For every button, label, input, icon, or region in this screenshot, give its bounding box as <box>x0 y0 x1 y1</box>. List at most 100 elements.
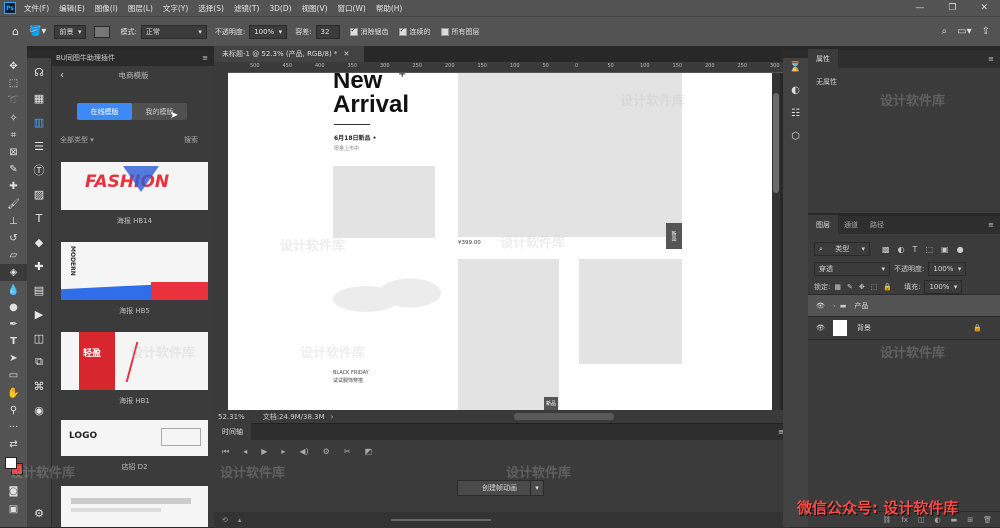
plugin-account-icon[interactable]: ◉ <box>27 398 51 422</box>
crop-tool-icon[interactable]: ⌗ <box>0 127 27 144</box>
template-card[interactable]: LOGO <box>61 420 208 456</box>
chevron-down-icon[interactable]: ▾ <box>530 480 544 496</box>
visibility-eye-icon[interactable]: 👁 <box>816 302 825 310</box>
scroll-thumb[interactable] <box>773 93 779 193</box>
lock-all-icon[interactable]: 🔒 <box>883 283 892 291</box>
dodge-tool-icon[interactable]: ● <box>0 299 27 316</box>
menu-image[interactable]: 图像(I) <box>95 3 118 14</box>
zoom-tool-icon[interactable]: ⚲ <box>0 402 27 419</box>
layer-opacity-input[interactable]: 100% ▾ <box>928 262 967 276</box>
chevron-right-icon[interactable]: › <box>331 413 334 421</box>
antialias-checkbox[interactable]: 消除锯齿 <box>349 27 389 37</box>
plugin-home-icon[interactable]: ☊ <box>27 58 51 86</box>
plugin-files-icon[interactable]: ⧉ <box>27 350 51 374</box>
menu-select[interactable]: 选择(S) <box>198 3 224 14</box>
transition-icon[interactable]: ◩ <box>365 447 373 457</box>
close-tab-icon[interactable]: ✕ <box>343 50 349 58</box>
type-filter-icon[interactable]: T <box>913 245 918 254</box>
hand-tool-icon[interactable]: ✋ <box>0 385 27 402</box>
panel-menu-icon[interactable]: ≡ <box>202 54 208 62</box>
plugin-list-icon[interactable]: ☰ <box>27 134 51 158</box>
menu-file[interactable]: 文件(F) <box>24 3 49 14</box>
history-brush-tool-icon[interactable]: ↺ <box>0 230 27 247</box>
properties-tab[interactable]: 属性 <box>808 49 838 69</box>
edit-toolbar-icon[interactable]: ⇄ <box>0 436 27 453</box>
blend-mode-dropdown[interactable]: 穿透 ▾ <box>814 262 890 276</box>
document-tab[interactable]: 未标题-1 @ 52.3% (产品, RGB/8) * ✕ <box>214 46 364 62</box>
close-button[interactable]: ✕ <box>980 3 988 13</box>
type-tool-icon[interactable]: T <box>0 333 27 350</box>
restore-button[interactable]: ❐ <box>948 3 956 13</box>
fill-input[interactable]: 100% ▾ <box>924 280 963 294</box>
opacity-input[interactable]: 100% ▾ <box>249 24 288 39</box>
tolerance-input[interactable]: 32 <box>315 24 340 39</box>
shape-filter-icon[interactable]: ⬚ <box>925 245 933 254</box>
plugin-puzzle-icon[interactable]: ✚ <box>27 254 51 278</box>
tab-paths[interactable]: 路径 <box>864 215 890 235</box>
layer-row[interactable]: 👁 › ▬ 产品 <box>808 294 1000 316</box>
type-filter-dropdown[interactable]: 全部类型 ▾ <box>60 135 94 145</box>
my-templates-button[interactable]: 我的模版 <box>132 103 187 120</box>
plugin-tab[interactable]: BU同图牛助理插件 ≡ <box>52 50 214 66</box>
timeline-tab[interactable]: 时间轴 <box>214 423 251 441</box>
pixel-filter-icon[interactable]: ▩ <box>882 245 890 254</box>
paint-bucket-tool-icon[interactable]: ◈ <box>0 264 27 282</box>
first-frame-icon[interactable]: ⏮ <box>222 447 229 457</box>
sliders-icon[interactable]: ☷ <box>791 108 800 119</box>
horizontal-scroll-thumb[interactable] <box>514 413 614 420</box>
more-tools-icon[interactable]: ··· <box>0 419 27 436</box>
3d-icon[interactable]: ⬡ <box>791 131 800 142</box>
plugin-settings-icon[interactable]: ⚙ <box>27 501 51 525</box>
layer-row[interactable]: 👁 背景 🔒 <box>808 316 1000 340</box>
frame-tool-icon[interactable]: ⊠ <box>0 144 27 161</box>
split-icon[interactable]: ✂ <box>344 447 351 457</box>
previous-frame-icon[interactable]: ◂ <box>243 447 247 457</box>
audio-icon[interactable]: ◀) <box>299 447 308 457</box>
contiguous-checkbox[interactable]: 连续的 <box>398 27 431 37</box>
mode-dropdown[interactable]: 正常 ▾ <box>140 24 207 39</box>
path-selection-tool-icon[interactable]: ➤ <box>0 350 27 367</box>
new-layer-icon[interactable]: ⊞ <box>967 516 973 524</box>
template-card[interactable]: MODERN <box>61 242 208 300</box>
search-icon[interactable]: ⌕ <box>942 26 948 37</box>
delete-layer-icon[interactable]: 🗑 <box>983 516 992 524</box>
menu-layer[interactable]: 图层(L) <box>128 3 153 14</box>
filter-toggle-icon[interactable]: ● <box>957 245 964 254</box>
brush-tool-icon[interactable]: 🖌 <box>0 196 27 213</box>
move-tool-icon[interactable]: ✥ <box>0 58 27 75</box>
menu-window[interactable]: 窗口(W) <box>338 3 366 14</box>
pen-tool-icon[interactable]: ✒ <box>0 316 27 333</box>
adjustments-icon[interactable]: ◐ <box>791 85 800 96</box>
foreground-color-swatch[interactable] <box>5 457 17 470</box>
zoom-out-icon[interactable]: ▴ <box>238 516 242 524</box>
online-templates-button[interactable]: 在线模版 <box>77 103 132 120</box>
magic-wand-tool-icon[interactable]: ✧ <box>0 110 27 127</box>
tab-layers[interactable]: 图层 <box>808 215 838 235</box>
smart-object-filter-icon[interactable]: ▣ <box>941 245 949 254</box>
menu-edit[interactable]: 编辑(E) <box>59 3 85 14</box>
clone-stamp-tool-icon[interactable]: ⊥ <box>0 213 27 230</box>
settings-icon[interactable]: ⚙ <box>323 447 330 457</box>
template-card[interactable]: 轻盈 <box>61 332 208 390</box>
template-card[interactable]: FASHION <box>61 162 208 210</box>
eraser-tool-icon[interactable]: ▱ <box>0 247 27 264</box>
zoom-level[interactable]: 52.31% <box>218 413 245 421</box>
home-icon[interactable]: ⌂ <box>12 25 19 38</box>
visibility-eye-icon[interactable]: 👁 <box>816 324 825 332</box>
zoom-slider[interactable] <box>391 519 492 521</box>
pattern-swatch[interactable] <box>94 25 111 38</box>
fill-source-dropdown[interactable]: 前景 ▾ <box>54 24 87 39</box>
canvas[interactable]: New + Arrival 6月18日新品 • 限量上市中 ¥399.00 新品… <box>228 73 772 410</box>
plugin-text-icon[interactable]: Ⓣ <box>27 158 51 182</box>
next-frame-icon[interactable]: ▸ <box>281 447 285 457</box>
plugin-layers-icon[interactable]: ◫ <box>27 326 51 350</box>
plugin-video-icon[interactable]: ▶ <box>27 302 51 326</box>
eyedropper-tool-icon[interactable]: ✎ <box>0 161 27 178</box>
vertical-scrollbar[interactable] <box>772 73 780 410</box>
marquee-tool-icon[interactable]: ⬚ <box>0 75 27 92</box>
panel-menu-icon[interactable]: ≡ <box>988 55 994 63</box>
lock-position-icon[interactable]: ✥ <box>859 283 865 291</box>
search-link[interactable]: 搜索 <box>184 135 198 145</box>
expand-chevron-icon[interactable]: › <box>833 302 836 310</box>
plugin-grid-icon[interactable]: ▦ <box>27 86 51 110</box>
